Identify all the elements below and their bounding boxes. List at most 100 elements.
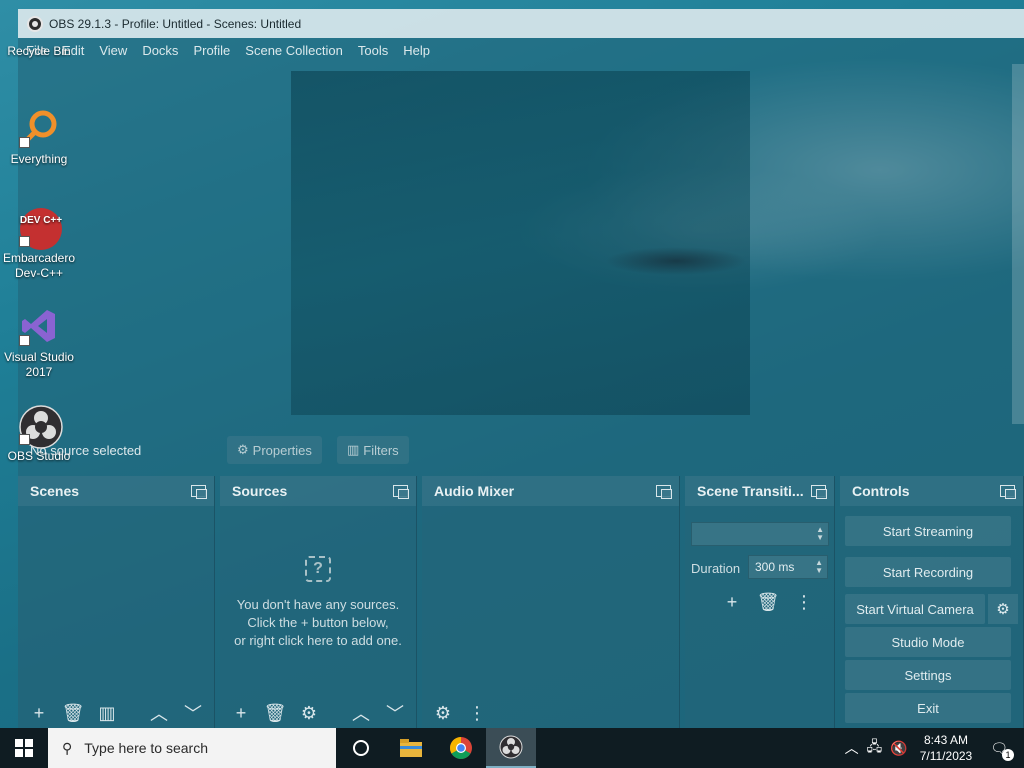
sources-dock-title: Sources [232, 483, 288, 499]
dev-cpp-icon-text: DEV C++ [19, 215, 63, 226]
updown-icon[interactable]: ▲ ▼ [815, 559, 823, 575]
transition-menu-button[interactable]: ⋮ [791, 590, 817, 614]
program-preview[interactable] [291, 71, 806, 415]
gears-icon: ⚙ [434, 702, 452, 723]
obs-main-window: OBS 29.1.3 - Profile: Untitled - Scenes:… [18, 9, 1024, 728]
desktop-icon-obs-studio[interactable]: OBS Studio [0, 405, 78, 464]
clock-date: 7/11/2023 [919, 749, 973, 763]
remove-transition-button[interactable]: 🗑 [755, 590, 781, 614]
desktop-icon-label: Everything [10, 152, 68, 166]
window-titlebar[interactable]: OBS 29.1.3 - Profile: Untitled - Scenes:… [18, 9, 1024, 38]
move-source-up-button[interactable]: ︿ [348, 701, 374, 725]
desktop-icon-label: Embarcadero Dev-C++ [2, 251, 76, 280]
scene-filters-button[interactable]: ▥ [94, 701, 120, 725]
volume-muted-icon[interactable]: 🔇 [890, 740, 907, 757]
menu-view[interactable]: View [99, 43, 127, 58]
menu-docks[interactable]: Docks [142, 43, 178, 58]
trash-icon: 🗑 [61, 702, 85, 723]
scene-transitions-header[interactable]: Scene Transiti... [685, 476, 834, 506]
desktop-icon-dev-cpp[interactable]: DEV C++ Embarcadero Dev-C++ [0, 207, 78, 281]
add-scene-button[interactable]: + [26, 701, 52, 725]
filter-icon: ▥ [98, 702, 116, 723]
virtual-camera-settings-button[interactable]: ⚙ [988, 594, 1018, 624]
scene-transitions-dock: Scene Transiti... ▲ ▼ Duration 300 ms ▲ ▼ … [685, 476, 835, 728]
plus-icon: + [33, 702, 45, 723]
magnifier-icon [19, 108, 59, 148]
file-explorer-button[interactable] [386, 728, 436, 768]
exit-button[interactable]: Exit [845, 693, 1011, 723]
undock-icon[interactable] [191, 485, 207, 499]
notifications-icon[interactable]: 🗨 1 [990, 740, 1014, 761]
properties-button[interactable]: ⚙ Properties [227, 436, 322, 464]
menu-scene-collection[interactable]: Scene Collection [245, 43, 343, 58]
start-button[interactable] [0, 728, 48, 768]
move-source-down-button[interactable]: ﹀ [382, 701, 408, 725]
sources-empty-line2: Click the + button below, [247, 615, 389, 630]
desktop-icon-everything[interactable]: Everything [0, 108, 78, 167]
network-icon[interactable]: 🖧 [867, 736, 883, 760]
transition-select[interactable]: ▲ ▼ [691, 522, 829, 546]
desktop-icon-recycle-bin[interactable]: Recycle Bin [0, 44, 78, 59]
system-clock[interactable]: 8:43 AM 7/11/2023 [920, 732, 973, 764]
add-transition-button[interactable]: + [719, 590, 745, 614]
remove-source-button[interactable]: 🗑 [262, 701, 288, 725]
gear-icon: ⚙ [237, 442, 249, 457]
obs-logo-icon [27, 15, 43, 32]
filters-label: Filters [363, 442, 399, 458]
right-scrollbar[interactable] [1012, 64, 1024, 424]
sources-dock[interactable]: Sources ? You don't have any sources. Cl… [220, 476, 417, 728]
sources-dock-header[interactable]: Sources [220, 476, 416, 506]
window-title: OBS 29.1.3 - Profile: Untitled - Scenes:… [49, 16, 302, 31]
task-view-button[interactable] [336, 728, 386, 768]
audio-menu-button[interactable]: ⋮ [464, 701, 490, 725]
undock-icon[interactable] [393, 485, 409, 499]
chevron-down-icon: ﹀ [386, 704, 404, 724]
audio-mixer-header[interactable]: Audio Mixer [422, 476, 679, 506]
chevron-up-icon[interactable]: ︿ [845, 738, 859, 758]
desktop-icon-label: Visual Studio 2017 [4, 350, 74, 379]
duration-value: 300 ms [755, 560, 795, 574]
chrome-button[interactable] [436, 728, 486, 768]
undock-icon[interactable] [1000, 485, 1016, 499]
audio-toolbar: ⚙ ⋮ [422, 698, 679, 728]
preview-image [546, 221, 806, 311]
kebab-menu-icon: ⋮ [795, 591, 813, 612]
controls-header[interactable]: Controls [840, 476, 1023, 506]
menu-tools[interactable]: Tools [358, 43, 388, 58]
obs-taskbar-button[interactable] [486, 728, 536, 768]
move-scene-down-button[interactable]: ﹀ [180, 701, 206, 725]
filter-icon: ▥ [347, 442, 360, 457]
scenes-dock-header[interactable]: Scenes [18, 476, 214, 506]
menu-profile[interactable]: Profile [193, 43, 230, 58]
undock-icon[interactable] [811, 485, 827, 499]
scene-transitions-title: Scene Transiti... [697, 483, 804, 499]
start-recording-button[interactable]: Start Recording [845, 557, 1011, 587]
gear-icon: ⚙ [300, 702, 318, 723]
desktop-icon-visual-studio[interactable]: Visual Studio 2017 [0, 306, 78, 380]
add-source-button[interactable]: + [228, 701, 254, 725]
remove-scene-button[interactable]: 🗑 [60, 701, 86, 725]
undock-icon[interactable] [656, 485, 672, 499]
taskbar-search[interactable]: ⚲ Type here to search [48, 728, 336, 768]
start-virtual-camera-button[interactable]: Start Virtual Camera [845, 594, 985, 624]
scenes-dock: Scenes + 🗑 ▥ ︿ ﹀ [18, 476, 215, 728]
move-scene-up-button[interactable]: ︿ [146, 701, 172, 725]
source-properties-button[interactable]: ⚙ [296, 701, 322, 725]
windows-logo-icon [15, 739, 33, 757]
advanced-audio-button[interactable]: ⚙ [430, 701, 456, 725]
desktop-icon-label: OBS Studio [7, 449, 71, 463]
chevron-up-icon: ︿ [352, 704, 370, 724]
settings-button[interactable]: Settings [845, 660, 1011, 690]
cortana-circle-icon [353, 740, 369, 756]
duration-field[interactable]: 300 ms ▲ ▼ [748, 555, 828, 579]
taskbar: ⚲ Type here to search ︿ 🖧 🔇 8:43 AM 7/11… [0, 728, 1024, 768]
question-icon: ? [305, 556, 331, 582]
sources-empty-state: ? You don't have any sources. Click the … [220, 556, 416, 650]
obs-taskbar-icon [499, 735, 523, 759]
studio-mode-button[interactable]: Studio Mode [845, 627, 1011, 657]
trash-icon: 🗑 [756, 591, 780, 612]
filters-button[interactable]: ▥ Filters [337, 436, 409, 464]
start-streaming-button[interactable]: Start Streaming [845, 516, 1011, 546]
menu-help[interactable]: Help [403, 43, 430, 58]
audio-mixer-title: Audio Mixer [434, 483, 515, 499]
